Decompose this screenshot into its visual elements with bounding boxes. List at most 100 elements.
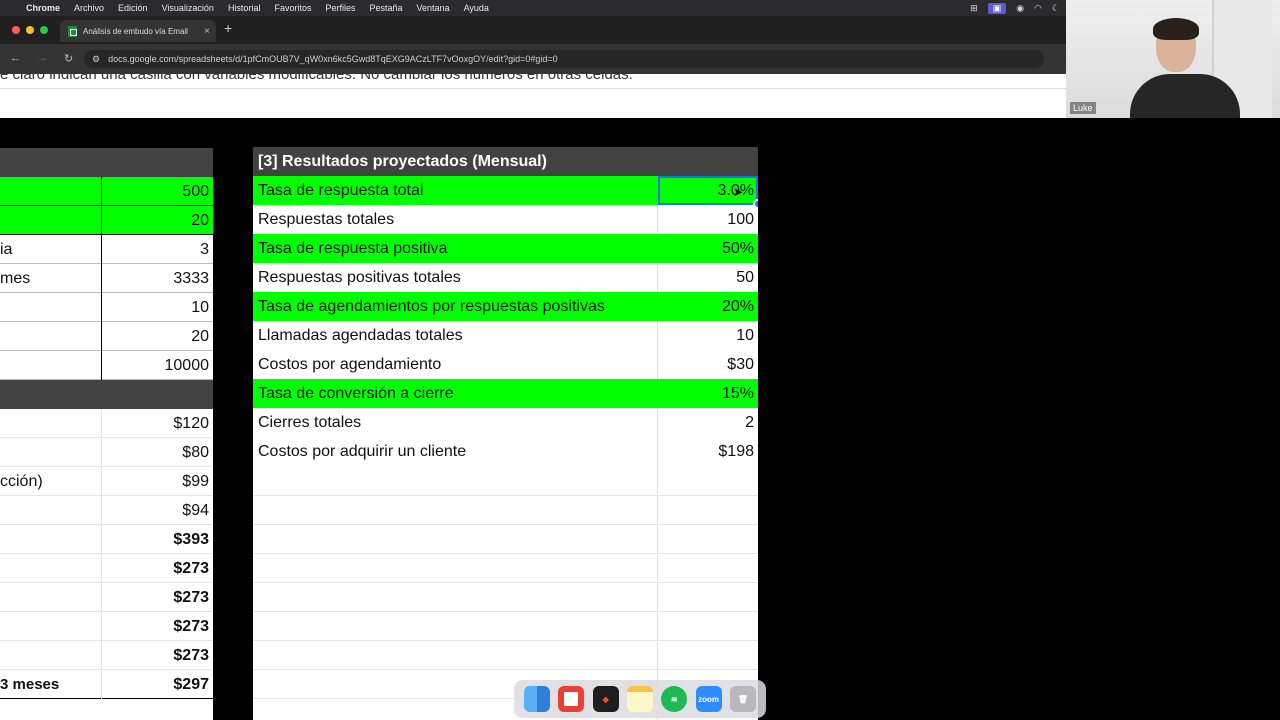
left-row-value[interactable]: 3333	[102, 264, 213, 293]
menu-item-edicion[interactable]: Edición	[118, 3, 148, 13]
left-cost-value[interactable]: $273	[102, 554, 213, 583]
close-tab-icon[interactable]: ×	[204, 26, 210, 37]
results-row-value[interactable]: 50	[736, 263, 754, 292]
trash-icon[interactable]: 🗑	[729, 686, 756, 712]
left-cost-label[interactable]: 3 meses	[0, 670, 101, 699]
left-row-label[interactable]: ia	[0, 235, 101, 264]
figma-icon[interactable]: ◆	[592, 686, 619, 712]
menu-item-archivo[interactable]: Archivo	[74, 3, 104, 13]
left-row-label[interactable]	[0, 177, 101, 206]
results-row-value[interactable]: 10	[736, 321, 754, 350]
left-cost-value[interactable]: $273	[102, 641, 213, 670]
results-row-label[interactable]: Costos por adquirir un cliente	[258, 437, 466, 466]
left-row-value[interactable]: 3	[102, 235, 213, 264]
left-row-value[interactable]: 10	[102, 293, 213, 322]
left-cost-value[interactable]: $297	[102, 670, 213, 699]
results-row-value[interactable]: $30	[727, 350, 754, 379]
results-row-label[interactable]: Tasa de respuesta positiva	[258, 234, 447, 263]
site-info-icon[interactable]: ⚙	[92, 54, 100, 65]
left-row-label[interactable]	[0, 322, 101, 351]
reload-icon[interactable]: ↻	[64, 52, 73, 65]
menu-item-ventana[interactable]: Ventana	[417, 3, 450, 13]
left-cost-label[interactable]	[0, 641, 101, 670]
left-table-row: 20	[0, 322, 213, 351]
left-cost-value[interactable]: $120	[102, 409, 213, 438]
left-cost-label[interactable]	[0, 554, 101, 583]
video-thumbnail[interactable]: Luke	[1066, 0, 1280, 118]
left-cost-label[interactable]	[0, 583, 101, 612]
results-row-value[interactable]: 2	[745, 408, 754, 437]
results-row-label[interactable]: Cierres totales	[258, 408, 361, 437]
left-cost-value[interactable]: $80	[102, 438, 213, 467]
results-row-label[interactable]: Respuestas positivas totales	[258, 263, 461, 292]
extension-icon[interactable]: ⊞	[970, 3, 978, 14]
results-row-value[interactable]: $198	[718, 437, 754, 466]
record-icon[interactable]: ◉	[1016, 3, 1024, 14]
results-row-label[interactable]: Costos por agendamiento	[258, 350, 441, 379]
finder-icon[interactable]	[524, 686, 551, 712]
left-cost-row: $94	[0, 496, 213, 525]
results-row: Tasa de agendamientos por respuestas pos…	[253, 292, 758, 321]
banner-text: e claro indican una casilla con variable…	[0, 74, 633, 83]
left-cost-label[interactable]	[0, 496, 101, 525]
grid-line	[253, 553, 758, 554]
left-cost-label[interactable]	[0, 612, 101, 641]
menu-item-ayuda[interactable]: Ayuda	[464, 3, 489, 13]
forward-icon[interactable]: →	[37, 52, 48, 65]
results-row-label[interactable]: Tasa de respuesta total	[258, 176, 423, 205]
results-row-label[interactable]: Tasa de conversión a cierre	[258, 379, 454, 408]
left-cost-value[interactable]: $273	[102, 612, 213, 641]
screen-share-icon[interactable]: ▣	[987, 2, 1007, 14]
new-tab-icon[interactable]: +	[224, 20, 232, 36]
left-cost-label[interactable]	[0, 525, 101, 554]
menu-item-perfiles[interactable]: Perfiles	[325, 3, 355, 13]
results-row: Respuestas positivas totales 50	[253, 263, 758, 292]
spotify-icon[interactable]: ≋	[661, 686, 688, 712]
zoom-icon[interactable]: zoom	[695, 686, 722, 712]
minimize-window-button[interactable]	[26, 26, 34, 34]
left-cost-value[interactable]: $393	[102, 525, 213, 554]
url-field[interactable]: ⚙ docs.google.com/spreadsheets/d/1pfCmOU…	[84, 50, 1044, 68]
menu-item-visualizacion[interactable]: Visualización	[162, 3, 214, 13]
close-window-button[interactable]	[12, 26, 20, 34]
left-row-label[interactable]	[0, 206, 101, 235]
wifi-icon[interactable]: ◠	[1034, 3, 1042, 14]
results-row-label[interactable]: Respuestas totales	[258, 205, 394, 234]
left-cost-label[interactable]	[0, 438, 101, 467]
menu-item-pestana[interactable]: Pestaña	[369, 3, 402, 13]
left-row-label[interactable]	[0, 351, 101, 380]
left-cost-row: $273	[0, 641, 213, 670]
left-cost-label[interactable]: cción)	[0, 467, 101, 496]
results-row-label[interactable]: Tasa de agendamientos por respuestas pos…	[258, 292, 605, 321]
menu-app-name[interactable]: Chrome	[26, 3, 60, 13]
left-row-value[interactable]: 20	[102, 322, 213, 351]
left-row-value[interactable]: 20	[102, 206, 213, 235]
left-cost-value[interactable]: $94	[102, 496, 213, 525]
tab-sheet[interactable]: Análisis de embudo vía Email ×	[60, 20, 216, 42]
left-row-label[interactable]: mes	[0, 264, 101, 293]
chrome-icon[interactable]	[558, 686, 585, 712]
left-cost-value[interactable]: $99	[102, 467, 213, 496]
results-row: Tasa de respuesta positiva 50%	[253, 234, 758, 263]
zoom-window-button[interactable]	[40, 26, 48, 34]
results-row-value[interactable]: 15%	[722, 379, 754, 408]
left-row-label[interactable]	[0, 293, 101, 322]
menu-item-favoritos[interactable]: Favoritos	[274, 3, 311, 13]
menu-item-historial[interactable]: Historial	[228, 3, 261, 13]
results-row-value[interactable]: 50%	[722, 234, 754, 263]
grid-line	[253, 524, 758, 525]
left-row-value[interactable]: 500	[102, 177, 213, 206]
left-row-value[interactable]: 10000	[102, 351, 213, 380]
left-cost-value[interactable]: $273	[102, 583, 213, 612]
moon-icon[interactable]: ☾	[1052, 3, 1060, 14]
grid-line	[253, 669, 758, 670]
left-cost-label[interactable]	[0, 409, 101, 438]
left-cost-row: cción) $99	[0, 467, 213, 496]
results-row-label[interactable]: Llamadas agendadas totales	[258, 321, 463, 350]
results-row: Respuestas totales 100	[253, 205, 758, 234]
notes-icon[interactable]	[626, 686, 653, 712]
back-icon[interactable]: ←	[10, 52, 21, 65]
results-row-value[interactable]: 20%	[722, 292, 754, 321]
results-row-value[interactable]: 100	[727, 205, 754, 234]
fill-handle[interactable]	[753, 199, 758, 209]
